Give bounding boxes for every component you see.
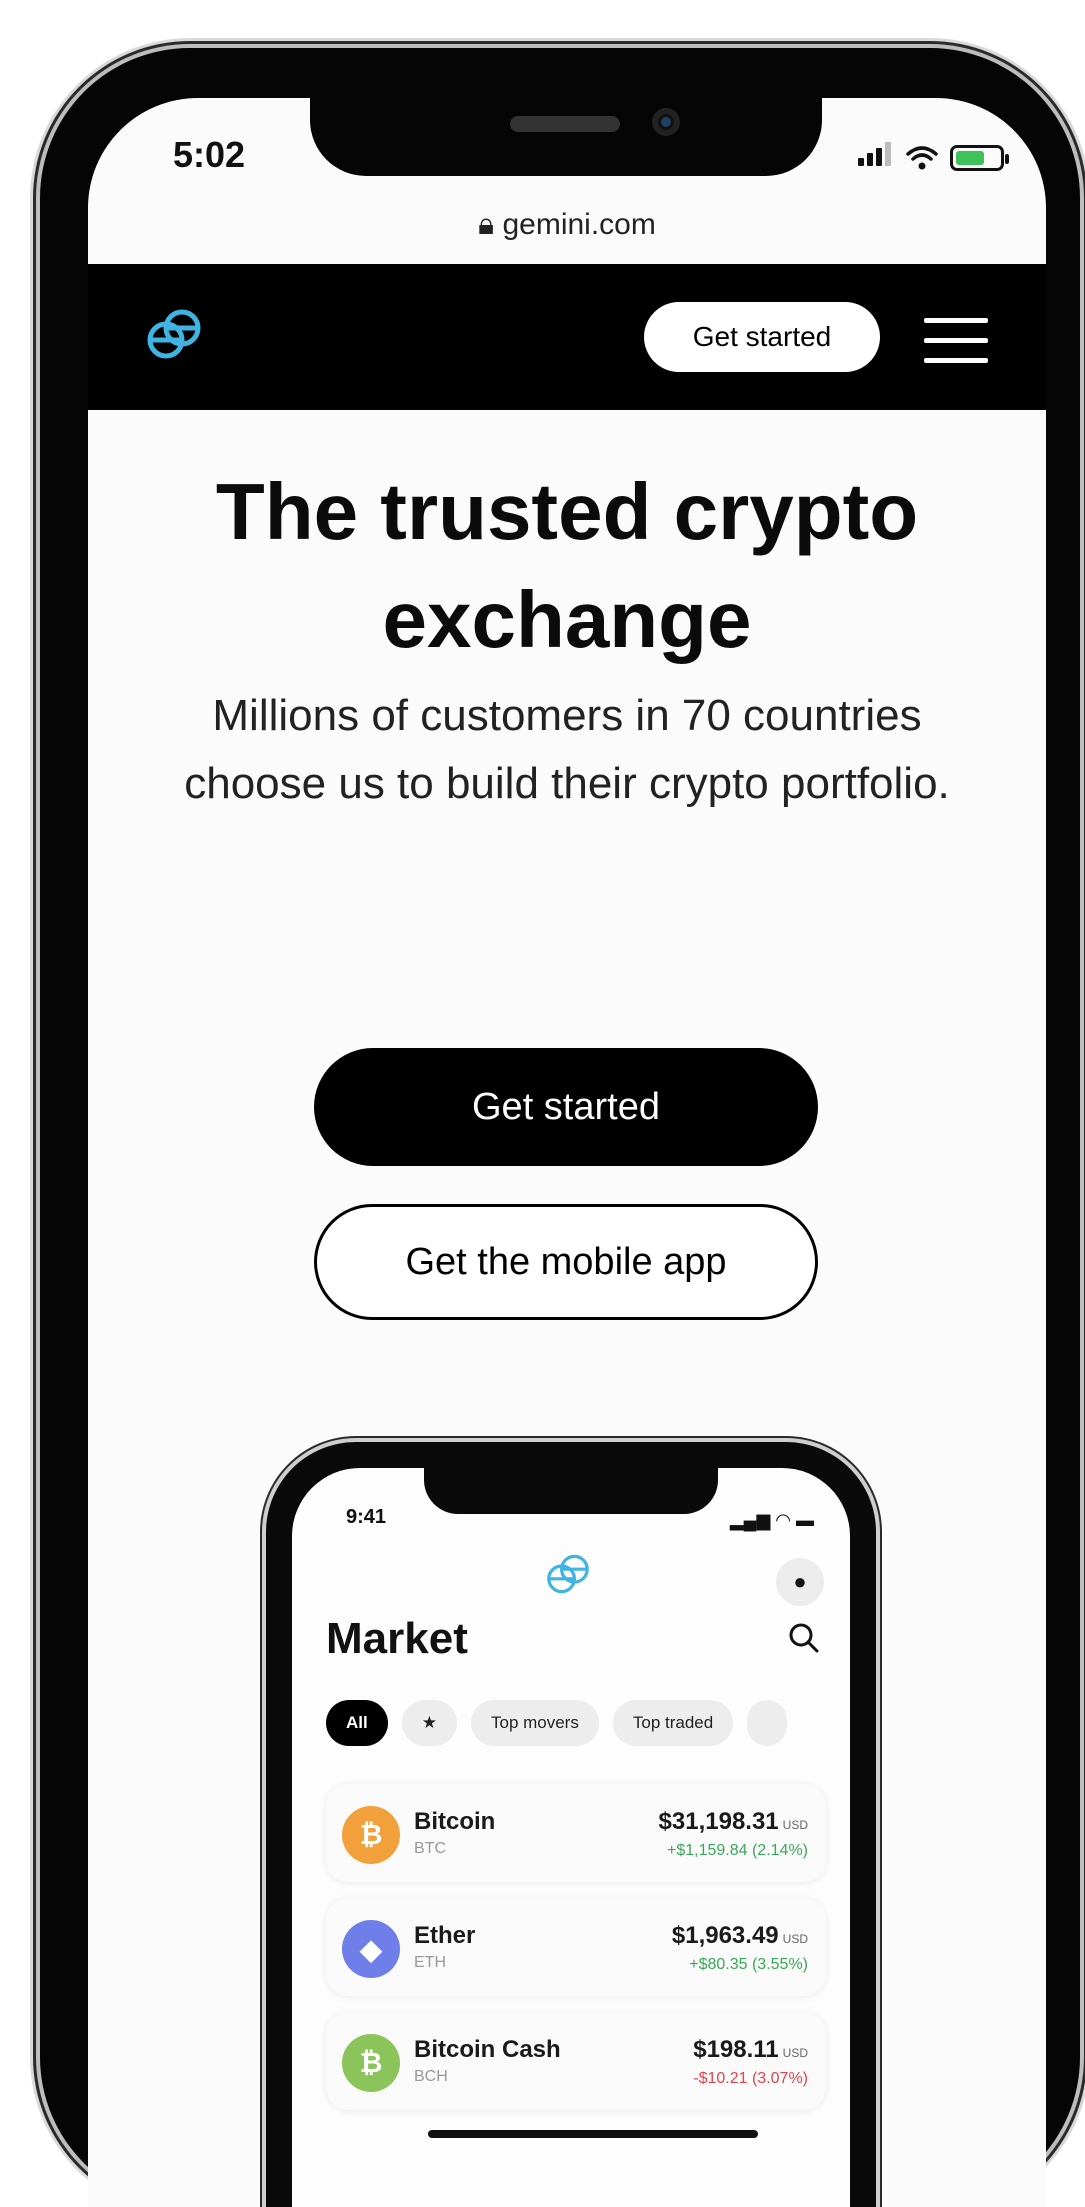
hero-subtitle: Millions of customers in 70 countries ch… xyxy=(184,691,950,808)
price-value: $1,963.49 xyxy=(671,1922,779,1949)
signal-icon xyxy=(858,142,894,171)
get-mobile-app-button[interactable]: Get the mobile app xyxy=(314,1204,818,1320)
gemini-logo-icon[interactable] xyxy=(144,304,204,364)
price-unit: USD xyxy=(782,1932,808,1946)
coin-symbol: BCH xyxy=(414,2068,448,2085)
status-icons xyxy=(858,142,1009,171)
phone-screen: 5:02 🔒︎ gemini.com Get started The trust… xyxy=(88,98,1046,2207)
mini-notch xyxy=(424,1468,718,1514)
coin-change: -$10.21 (3.07%) xyxy=(693,2070,808,2087)
bitcoin-cash-icon: ₿ xyxy=(342,2034,400,2092)
coin-price: $198.11 USD xyxy=(693,2036,808,2064)
volume-down-button xyxy=(30,540,40,660)
market-title: Market xyxy=(326,1614,468,1663)
price-value: $198.11 xyxy=(693,2036,779,2063)
mini-status-icons: ▂▄▆ ◠ ▬ xyxy=(729,1510,814,1530)
home-indicator xyxy=(428,2130,758,2138)
coin-name: Ether xyxy=(414,1922,476,1949)
coin-price: $31,198.31 USD xyxy=(659,1808,808,1836)
phone-notch xyxy=(310,96,822,176)
lock-icon: 🔒︎ xyxy=(478,208,495,241)
hamburger-menu-icon[interactable] xyxy=(924,318,988,363)
coin-price: $1,963.49 USD xyxy=(672,1922,808,1950)
chip-all: All xyxy=(326,1700,388,1746)
status-time: 5:02 xyxy=(173,134,246,175)
coin-row-bitcoin-cash: ₿ Bitcoin Cash BCH $198.11 USD -$10.21 (3… xyxy=(326,2012,826,2110)
coin-row-bitcoin: ₿ Bitcoin BTC $31,198.31 USD +$1,159.84 (… xyxy=(326,1784,826,1882)
chip-more xyxy=(747,1700,788,1746)
volume-up-button xyxy=(30,390,40,510)
mini-status-time: 9:41 xyxy=(346,1506,387,1528)
mini-gemini-logo-icon xyxy=(547,1554,589,1594)
filter-chips: All ★ Top movers Top traded xyxy=(326,1700,788,1746)
front-camera-icon xyxy=(652,108,680,136)
app-preview-screen: 9:41 ▂▄▆ ◠ ▬ ● Market All ★ Top movers T… xyxy=(292,1468,850,2207)
coin-change: +$80.35 (3.55%) xyxy=(689,1956,808,1973)
coin-symbol: BTC xyxy=(414,1840,446,1857)
hero-title: The trusted crypto exchange xyxy=(215,467,919,664)
coin-name: Bitcoin xyxy=(414,1808,496,1835)
price-unit: USD xyxy=(782,2046,808,2060)
url-text: gemini.com xyxy=(502,208,656,241)
chip-top-movers: Top movers xyxy=(470,1700,599,1746)
price-value: $31,198.31 xyxy=(658,1808,779,1835)
battery-icon xyxy=(950,145,1009,171)
url-bar[interactable]: 🔒︎ gemini.com xyxy=(88,208,1046,242)
app-preview-phone: 9:41 ▂▄▆ ◠ ▬ ● Market All ★ Top movers T… xyxy=(266,1442,876,2207)
battery-fill xyxy=(956,151,984,165)
coin-change: +$1,159.84 (2.14%) xyxy=(667,1842,808,1859)
speaker-grille xyxy=(510,116,620,132)
get-started-button[interactable]: Get started xyxy=(314,1048,818,1166)
search-icon xyxy=(789,1623,819,1653)
wifi-icon xyxy=(906,146,938,170)
bitcoin-icon: ₿ xyxy=(342,1806,400,1864)
chip-favorites-star-icon: ★ xyxy=(401,1700,457,1746)
coin-row-ether: ◆ Ether ETH $1,963.49 USD +$80.35 (3.55%) xyxy=(326,1898,826,1996)
chip-top-traded: Top traded xyxy=(612,1700,734,1746)
price-unit: USD xyxy=(782,1818,808,1832)
nav-get-started-button[interactable]: Get started xyxy=(644,302,880,372)
profile-avatar-icon: ● xyxy=(776,1558,824,1606)
coin-name: Bitcoin Cash xyxy=(414,2036,561,2063)
coin-symbol: ETH xyxy=(414,1954,446,1971)
site-navbar: Get started xyxy=(88,264,1046,410)
silent-switch xyxy=(30,282,40,338)
ether-icon: ◆ xyxy=(342,1920,400,1978)
